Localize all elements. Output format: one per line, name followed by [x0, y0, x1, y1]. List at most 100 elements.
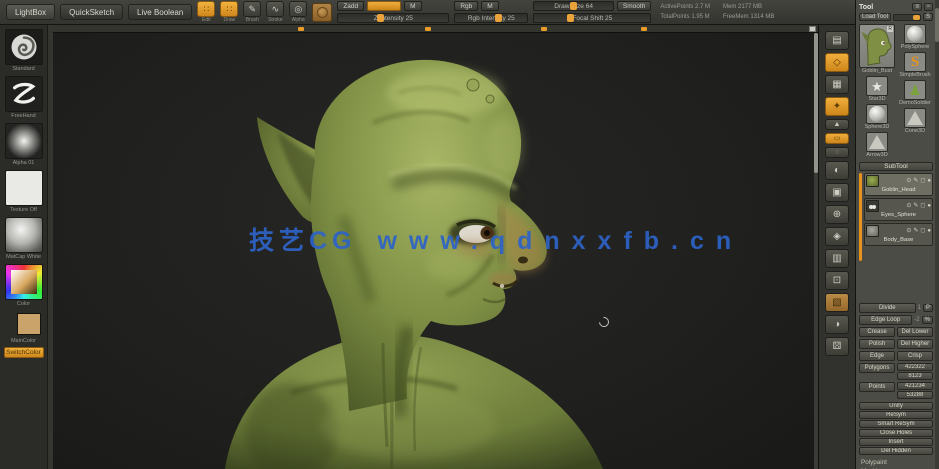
- ghost-button[interactable]: ◌: [825, 147, 849, 158]
- tool-thumb-cone[interactable]: [866, 132, 888, 152]
- polish-button[interactable]: Polish: [859, 339, 895, 349]
- z-intensity-knob[interactable]: [376, 14, 384, 22]
- lsym-button[interactable]: ▲: [825, 119, 849, 130]
- draw-mode-button[interactable]: ∷: [220, 1, 239, 17]
- actual-size-button[interactable]: ▥: [825, 249, 849, 268]
- crease-button[interactable]: Crease: [859, 327, 895, 337]
- dot-icon[interactable]: ●: [927, 178, 931, 184]
- live-boolean-button[interactable]: Live Boolean: [128, 4, 193, 20]
- eye-icon[interactable]: ⊙: [906, 228, 911, 234]
- material-picker-button[interactable]: [312, 2, 333, 22]
- zadd-label[interactable]: Zadd: [337, 1, 365, 11]
- edgeloop-button[interactable]: Edge Loop: [859, 315, 913, 325]
- dot-icon[interactable]: ●: [927, 228, 931, 234]
- current-texture-thumb[interactable]: [4, 170, 43, 206]
- alpha-picker-button[interactable]: ◎: [289, 1, 308, 17]
- current-stroke-thumb[interactable]: [4, 76, 43, 112]
- edgeloop-pct-button[interactable]: %: [921, 316, 933, 324]
- unify-button[interactable]: Unify: [859, 402, 933, 410]
- rgb-intensity-knob[interactable]: [494, 14, 502, 22]
- canvas-corner-button[interactable]: [809, 26, 816, 32]
- subtool-row[interactable]: ⊙ ✎ ◻ ● Eyes_Sphere: [864, 198, 933, 221]
- current-material-thumb[interactable]: [4, 217, 43, 253]
- edit-bar-button[interactable]: ▭: [825, 133, 849, 144]
- rgb-m-toggle[interactable]: M: [481, 1, 499, 11]
- smart-resym-button[interactable]: Smart ReSym: [859, 420, 933, 428]
- panel-pin-button[interactable]: ▫: [924, 3, 933, 11]
- mask-icon[interactable]: ◻: [920, 228, 925, 234]
- divide-button[interactable]: Divide: [859, 303, 916, 313]
- subtool-row[interactable]: ⊙ ✎ ◻ ● Body_Base: [864, 223, 933, 246]
- panel-scrollbar[interactable]: [935, 0, 939, 469]
- local-button[interactable]: ✦: [825, 97, 849, 116]
- eye-icon[interactable]: ⊙: [906, 178, 911, 184]
- tool-thumb-figure[interactable]: ♟: [904, 80, 926, 100]
- tool-thumb-sphere[interactable]: [866, 104, 888, 124]
- main-color-swatch[interactable]: [17, 313, 41, 335]
- eye-icon[interactable]: ⊙: [906, 203, 911, 209]
- crisp-button[interactable]: Crisp: [897, 351, 933, 361]
- save-tool-button[interactable]: S: [922, 13, 933, 21]
- draw-size-slider[interactable]: Draw Size 64: [533, 1, 614, 11]
- stroke-picker-button[interactable]: ∿: [266, 1, 285, 17]
- tool-caption: SimpleBrush: [899, 72, 931, 78]
- mask-icon[interactable]: ◻: [920, 178, 925, 184]
- load-tool-button[interactable]: Load Tool: [859, 13, 891, 21]
- color-picker[interactable]: [4, 264, 43, 300]
- zadd-active-slider[interactable]: [367, 1, 402, 11]
- subtool-header[interactable]: SubTool: [859, 162, 933, 171]
- aahalf-button[interactable]: ◐: [825, 161, 849, 180]
- insert-button[interactable]: Insert: [859, 438, 933, 446]
- smooth-button[interactable]: Smooth: [616, 1, 652, 11]
- zoom-button[interactable]: ⊕: [825, 205, 849, 224]
- subtool-scrollbar[interactable]: [859, 173, 862, 261]
- tool-slider-knob[interactable]: [912, 14, 920, 20]
- subtool-row[interactable]: ⊙ ✎ ◻ ● Goblin_Head: [864, 173, 933, 196]
- del-higher-button[interactable]: Del Higher: [897, 339, 933, 349]
- panel-menu-button[interactable]: ≡: [912, 3, 922, 11]
- draw-size-knob[interactable]: [569, 2, 577, 10]
- rgb-toggle[interactable]: Rgb: [454, 1, 479, 11]
- bpr-render-button[interactable]: ▤: [825, 31, 849, 50]
- rgb-intensity-slider[interactable]: Rgb Intensity 25: [454, 13, 529, 23]
- panel-scrollbar-thumb[interactable]: [935, 8, 939, 42]
- monitor-button[interactable]: ⊡: [825, 271, 849, 290]
- persp-button[interactable]: ◇: [825, 53, 849, 72]
- current-tool-thumb[interactable]: R: [859, 24, 895, 68]
- tool-thumb-cone2[interactable]: [904, 108, 926, 128]
- paint-icon[interactable]: ✎: [913, 203, 918, 209]
- lightbox-button[interactable]: LightBox: [6, 4, 56, 20]
- focal-shift-knob[interactable]: [566, 14, 574, 22]
- switch-color-button[interactable]: SwitchColor: [3, 347, 44, 358]
- scroll-button[interactable]: ◈: [825, 227, 849, 246]
- close-holes-button[interactable]: Close Holes: [859, 429, 933, 437]
- floor-button[interactable]: ▦: [825, 75, 849, 94]
- dot-icon[interactable]: ●: [927, 203, 931, 209]
- transparency-button[interactable]: ▧: [825, 293, 849, 312]
- tool-slider[interactable]: [892, 13, 921, 21]
- del-lower-button[interactable]: Del Lower: [897, 327, 933, 337]
- solo-button[interactable]: ◑: [825, 315, 849, 334]
- tool-thumb-polysphere[interactable]: [904, 24, 926, 44]
- xyz-button[interactable]: ⚄: [825, 337, 849, 356]
- z-intensity-slider[interactable]: Z Intensity 25: [337, 13, 450, 23]
- edit-mode-button[interactable]: ∷: [197, 1, 216, 17]
- frame-button[interactable]: ▣: [825, 183, 849, 202]
- document-canvas[interactable]: 技艺CG www.qdnxxfb.cn: [48, 25, 818, 469]
- divide-p-button[interactable]: P: [922, 304, 933, 312]
- brush-picker-button[interactable]: ✎: [243, 1, 262, 17]
- quicksketch-button[interactable]: QuickSketch: [60, 4, 124, 20]
- tool-thumb-star[interactable]: ★: [866, 76, 888, 96]
- tool-thumb-simplebrush[interactable]: S: [904, 52, 926, 72]
- focal-shift-slider[interactable]: Focal Shift 25: [533, 13, 652, 23]
- edge-button[interactable]: Edge: [859, 351, 895, 361]
- paint-icon[interactable]: ✎: [913, 178, 918, 184]
- del-hidden-button[interactable]: Del Hidden: [859, 447, 933, 455]
- current-alpha-thumb[interactable]: [4, 123, 43, 159]
- resym-button[interactable]: ReSym: [859, 411, 933, 419]
- m-toggle[interactable]: M: [404, 1, 422, 11]
- section-polypaint[interactable]: Polypaint: [859, 459, 933, 467]
- paint-icon[interactable]: ✎: [913, 228, 918, 234]
- mask-icon[interactable]: ◻: [920, 203, 925, 209]
- current-brush-thumb[interactable]: [4, 29, 43, 65]
